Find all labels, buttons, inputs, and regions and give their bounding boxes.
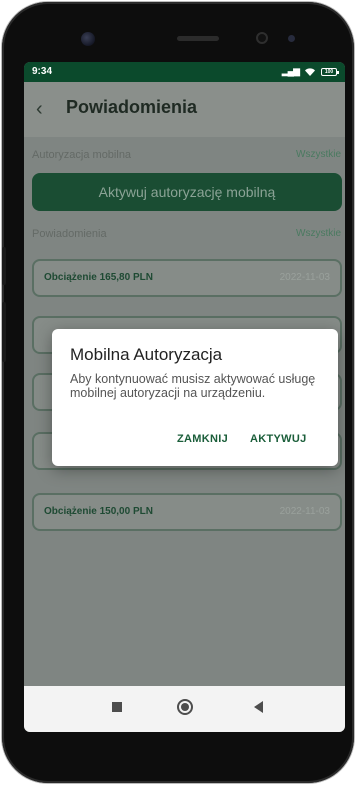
close-button[interactable]: ZAMKNIJ [177, 433, 228, 445]
bottom-bezel [24, 736, 345, 771]
status-bar: 9:34 ▂▄▆ 100 [24, 62, 345, 82]
notification-item[interactable]: Obciążenie 165,80 PLN 2022-11-03 [32, 259, 342, 297]
dialog-message: Aby kontynuować musisz aktywować usługę … [70, 372, 316, 400]
navigation-bar [24, 686, 345, 732]
status-time: 9:34 [32, 66, 53, 77]
notification-date: 2022-11-03 [279, 272, 330, 283]
mobile-auth-dialog: Mobilna Autoryzacja Aby kontynuować musi… [52, 329, 338, 466]
notification-title: Obciążenie 150,00 PLN [44, 506, 153, 517]
wifi-icon [305, 67, 315, 76]
power-button [2, 302, 6, 362]
back-triangle-icon[interactable] [254, 701, 263, 713]
front-camera-icon [81, 32, 95, 46]
recent-apps-icon[interactable] [112, 702, 122, 712]
notifications-label: Powiadomienia [32, 228, 107, 240]
home-icon[interactable] [177, 699, 193, 715]
mobile-auth-section-header: Autoryzacja mobilna Wszystkie [24, 146, 345, 166]
notifications-section-header: Powiadomienia Wszystkie [24, 225, 345, 245]
app-bar: ‹ Powiadomienia [24, 82, 345, 137]
chevron-left-icon[interactable]: ‹ [36, 99, 54, 119]
mobile-auth-label: Autoryzacja mobilna [32, 149, 132, 161]
phone-screen: 9:34 ▂▄▆ 100 ‹ Powiadomienia Autoryzacja… [24, 62, 345, 732]
notifications-all-link[interactable]: Wszystkie [296, 228, 341, 239]
notification-item[interactable]: Obciążenie 150,00 PLN 2022-11-03 [32, 493, 342, 531]
status-icons: ▂▄▆ 100 [281, 66, 339, 77]
activate-mobile-auth-button[interactable]: Aktywuj autoryzację mobilną [32, 173, 342, 211]
mobile-auth-all-link[interactable]: Wszystkie [296, 149, 341, 160]
activate-button[interactable]: AKTYWUJ [250, 433, 307, 445]
earpiece-speaker-icon [177, 36, 219, 41]
proximity-sensor-icon [256, 32, 268, 44]
notification-date: 2022-11-03 [279, 506, 330, 517]
volume-button [2, 247, 6, 285]
notification-title: Obciążenie 165,80 PLN [44, 272, 153, 283]
page-title: Powiadomienia [66, 97, 198, 117]
light-sensor-icon [288, 35, 295, 42]
dialog-title: Mobilna Autoryzacja [70, 345, 223, 364]
top-bezel [26, 10, 332, 60]
signal-icon: ▂▄▆ [281, 66, 300, 76]
battery-icon: 100 [321, 67, 339, 76]
battery-text: 100 [324, 68, 334, 75]
